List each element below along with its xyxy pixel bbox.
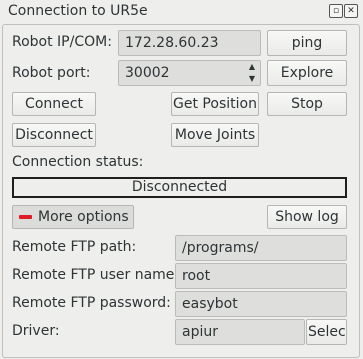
robot-ip-label: Robot IP/COM: [12,34,112,50]
ftp-password-label: Remote FTP password: [12,295,171,311]
more-options-button[interactable]: More options [12,205,134,229]
driver-label: Driver: [12,323,60,339]
connection-status-value: Disconnected [12,177,347,198]
ftp-password-input[interactable]: easybot [175,291,347,317]
ftp-user-input[interactable]: root [175,263,347,289]
spin-up-icon[interactable]: ▲ [245,61,259,73]
stop-button[interactable]: Stop [267,92,347,116]
disconnect-button[interactable]: Disconnect [12,123,96,147]
close-icon[interactable]: ✕ [344,4,358,18]
robot-ip-input[interactable]: 172.28.60.23 [118,30,261,56]
minus-icon [19,215,32,219]
title-bar: Connection to UR5e ▫ ✕ [0,0,363,24]
robot-port-label: Robot port: [12,65,91,81]
float-icon[interactable]: ▫ [329,4,343,18]
driver-input[interactable]: apiur [175,319,305,345]
ftp-path-label: Remote FTP path: [12,239,137,255]
connect-button[interactable]: Connect [12,92,96,116]
ftp-user-label: Remote FTP user name: [12,267,180,283]
get-position-button[interactable]: Get Position [171,92,259,116]
spin-down-icon[interactable]: ▼ [245,73,259,85]
show-log-button[interactable]: Show log [267,205,347,229]
move-joints-button[interactable]: Move Joints [171,123,259,147]
ping-button[interactable]: ping [267,30,347,56]
window-title: Connection to UR5e [8,3,148,19]
more-options-label: More options [38,209,129,225]
connection-status-label: Connection status: [12,154,144,170]
explore-button[interactable]: Explore [267,60,347,86]
robot-port-value: 30002 [125,65,170,81]
robot-port-spinbox[interactable]: 30002 [118,60,261,86]
ftp-path-input[interactable]: /programs/ [175,235,347,261]
select-button[interactable]: Select [306,319,347,345]
